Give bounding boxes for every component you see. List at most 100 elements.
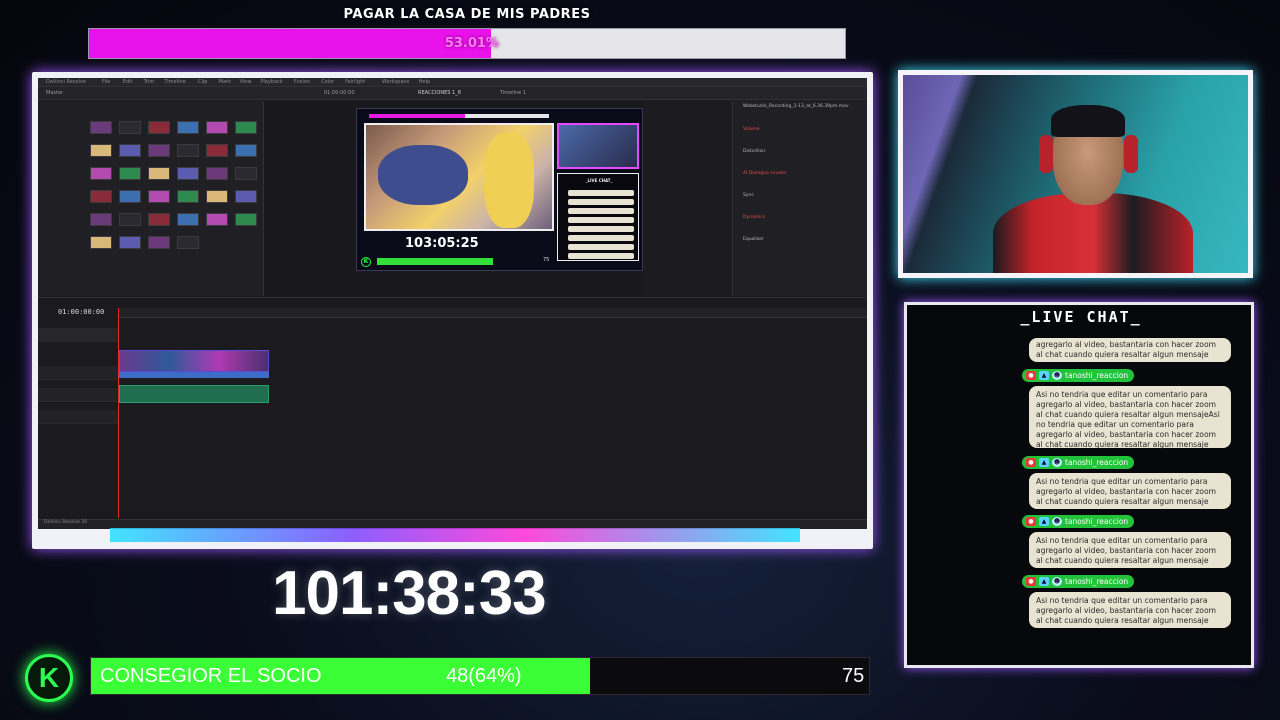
media-pool-thumbnail[interactable] xyxy=(177,190,199,203)
socio-goal-target: 75 xyxy=(842,665,865,687)
timeline-video-clip[interactable] xyxy=(119,350,269,372)
editor-menu-item[interactable]: Fairlight xyxy=(345,78,365,87)
media-pool-thumbnail[interactable] xyxy=(119,144,141,157)
media-pool-thumbnail[interactable] xyxy=(148,121,170,134)
media-pool-thumbnail[interactable] xyxy=(119,236,141,249)
media-pool-thumbnail[interactable] xyxy=(177,236,199,249)
nested-socio-goal: 75 xyxy=(543,257,550,263)
media-pool-thumbnail[interactable] xyxy=(148,190,170,203)
inspector-section[interactable]: AI Dialogue Leveler xyxy=(743,171,787,176)
media-pool-thumbnail[interactable] xyxy=(90,236,112,249)
editor-menu-item[interactable]: Playback xyxy=(260,78,282,87)
video-editor-window: DaVinci Resolve File Edit Trim Timeline Clip M… xyxy=(38,78,867,529)
chat-username-pill[interactable]: ● ▲ ☻ tanoshi_reaccion xyxy=(1022,369,1135,382)
editor-menu-item[interactable]: Timeline xyxy=(164,78,185,87)
nested-video-frame xyxy=(364,123,554,231)
top-goal-progress-bar: 53.01% xyxy=(88,28,846,59)
editor-menu-item[interactable]: Mark xyxy=(219,78,231,87)
bot-badge-icon: ▲ xyxy=(1039,577,1049,586)
timeline-name[interactable]: Timeline 1 xyxy=(500,88,526,98)
media-pool-thumbnail[interactable] xyxy=(235,213,257,226)
inspector-section[interactable]: Sync xyxy=(743,193,754,198)
media-pool-thumbnail[interactable] xyxy=(177,167,199,180)
media-pool-thumbnail[interactable] xyxy=(206,190,228,203)
media-pool-thumbnail[interactable] xyxy=(90,144,112,157)
media-pool-thumbnail[interactable] xyxy=(177,213,199,226)
media-pool-thumbnail[interactable] xyxy=(206,167,228,180)
face-badge-icon: ☻ xyxy=(1052,577,1062,586)
nested-kick-logo-icon: K xyxy=(361,257,371,267)
inspector-panel: Webstudio_Recording_1-13_at_6.36.39pm.mo… xyxy=(732,101,867,296)
media-pool-thumbnail[interactable] xyxy=(235,167,257,180)
nested-goal-fill xyxy=(369,114,465,118)
track-header-audio-1[interactable] xyxy=(38,366,118,380)
media-pool-thumbnail[interactable] xyxy=(148,213,170,226)
chat-username-pill[interactable]: ● ▲ ☻ tanoshi_reaccion xyxy=(1022,456,1135,469)
media-pool-thumbnail[interactable] xyxy=(206,144,228,157)
nested-goal-bar xyxy=(369,114,549,118)
editor-menu-item[interactable]: Trim xyxy=(144,78,155,87)
editor-menu-item[interactable]: Color xyxy=(321,78,334,87)
timeline-playhead[interactable] xyxy=(118,308,119,518)
inspector-section[interactable]: Equalizer xyxy=(743,237,764,242)
editor-menu-item[interactable]: View xyxy=(240,78,252,87)
headset-icon xyxy=(1124,135,1138,173)
track-header-audio-2[interactable] xyxy=(38,388,118,402)
media-pool-thumbnail[interactable] xyxy=(206,213,228,226)
camera-badge-icon: ● xyxy=(1026,577,1036,586)
media-pool-thumbnail[interactable] xyxy=(119,121,141,134)
media-pool-thumbnail[interactable] xyxy=(90,121,112,134)
inspector-section[interactable]: Distortion xyxy=(743,149,765,154)
nested-chat-bubble xyxy=(568,217,634,223)
timeline-video-clip-label[interactable] xyxy=(119,372,269,378)
bot-badge-icon: ▲ xyxy=(1039,371,1049,380)
editor-menu-item[interactable]: Help xyxy=(419,78,430,87)
media-pool-thumbnail[interactable] xyxy=(90,167,112,180)
timeline-audio-clip[interactable] xyxy=(119,385,269,403)
subathon-timer: 101:38:33 xyxy=(272,559,547,628)
nested-video-shape xyxy=(484,133,534,228)
chat-username-pill[interactable]: ● ▲ ☻ tanoshi_reaccion xyxy=(1022,515,1135,528)
media-pool-thumbnail[interactable] xyxy=(119,167,141,180)
editor-menu-item[interactable]: File xyxy=(102,78,110,87)
inspector-section[interactable]: Volume xyxy=(743,127,760,132)
media-pool-thumbnail[interactable] xyxy=(90,213,112,226)
media-pool-thumbnail[interactable] xyxy=(235,190,257,203)
media-pool-thumbnail[interactable] xyxy=(235,144,257,157)
media-pool-thumbnail[interactable] xyxy=(206,121,228,134)
inspector-section[interactable]: Dynamics xyxy=(743,215,765,220)
media-pool-tab[interactable]: Master xyxy=(46,88,63,98)
chat-username-pill[interactable]: ● ▲ ☻ tanoshi_reaccion xyxy=(1022,575,1135,588)
inspector-clip-name: Webstudio_Recording_1-13_at_6.36.39pm.mo… xyxy=(743,104,849,109)
nested-stream-preview: _LIVE CHAT_ 103:05:25 K 75 xyxy=(356,108,643,271)
editor-status-text: DaVinci Resolve 20 xyxy=(44,520,88,525)
media-pool-thumbnail[interactable] xyxy=(148,167,170,180)
top-goal-percent: 53.01% xyxy=(444,36,499,51)
editor-menu-item[interactable]: Workspace xyxy=(382,78,409,87)
timeline-ruler[interactable] xyxy=(118,308,867,318)
media-pool-panel xyxy=(38,101,264,296)
editor-menu-item[interactable]: Fusion xyxy=(294,78,310,87)
nested-timer: 103:05:25 xyxy=(405,236,479,251)
media-pool-thumbnail[interactable] xyxy=(177,144,199,157)
media-pool-thumbnail[interactable] xyxy=(235,121,257,134)
track-header-audio-3[interactable] xyxy=(38,410,118,424)
webcam-person-hair xyxy=(1051,105,1125,137)
track-header-video[interactable] xyxy=(38,328,118,342)
media-pool-thumbnail[interactable] xyxy=(90,190,112,203)
webcam-frame xyxy=(898,70,1253,278)
editor-menu-item[interactable]: Edit xyxy=(123,78,133,87)
media-pool-thumbnail[interactable] xyxy=(148,236,170,249)
editor-menu-item[interactable]: DaVinci Resolve xyxy=(46,78,86,87)
media-pool-thumbnail[interactable] xyxy=(148,144,170,157)
media-pool-thumbnail[interactable] xyxy=(177,121,199,134)
editor-frame-glow xyxy=(110,528,800,542)
chat-message: Asi no tendria que editar un comentario … xyxy=(1029,532,1231,568)
media-pool-thumbnail[interactable] xyxy=(119,190,141,203)
viewer-timecode: 01:00:00:00 xyxy=(324,90,355,96)
editor-menu-item[interactable]: Clip xyxy=(198,78,207,87)
nested-chat-bubble xyxy=(568,253,634,259)
media-pool-thumbnail[interactable] xyxy=(119,213,141,226)
bot-badge-icon: ▲ xyxy=(1039,517,1049,526)
nested-video-shape xyxy=(378,145,468,205)
